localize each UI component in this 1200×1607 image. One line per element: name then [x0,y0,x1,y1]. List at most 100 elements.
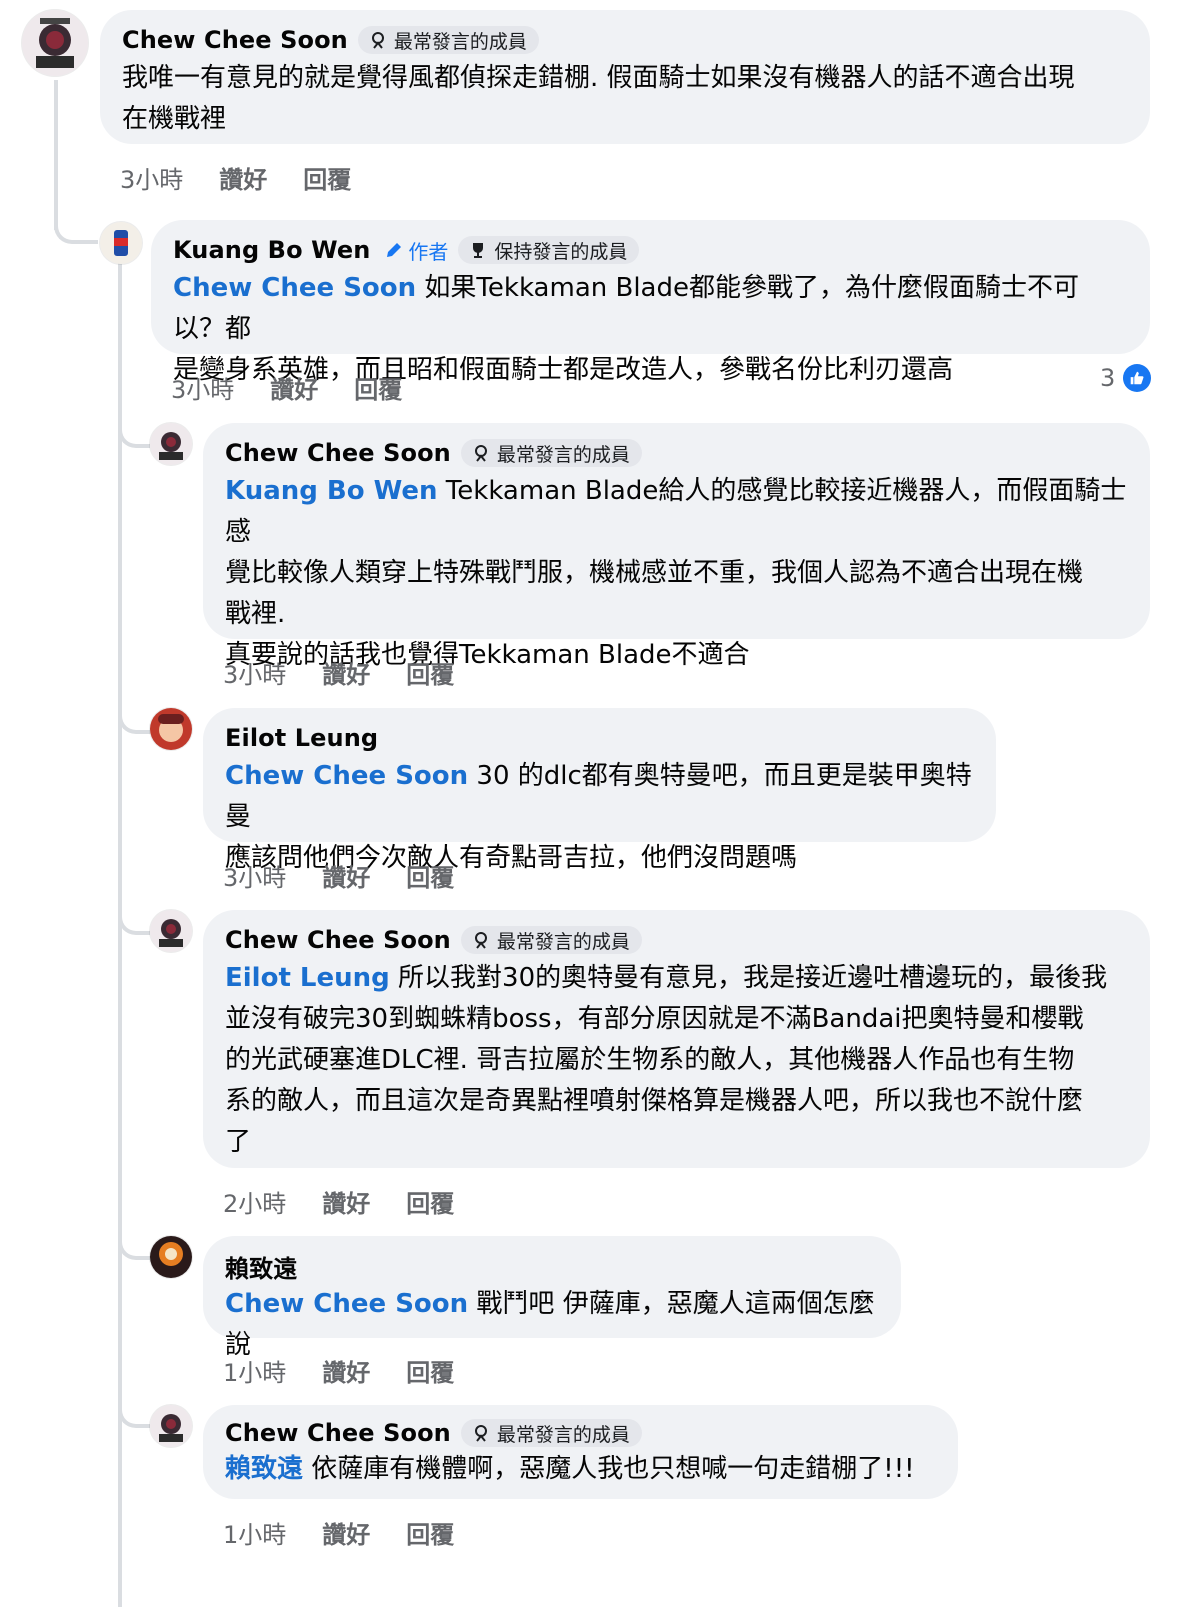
timestamp[interactable]: 3小時 [223,858,286,893]
mention-link[interactable]: Chew Chee Soon [225,1289,468,1319]
reply-button[interactable]: 回覆 [303,160,351,195]
avatar-chew-icon [150,1405,192,1447]
comment-text-fragment: 依薩庫有機體啊，惡魔人我也只想喊一句走錯棚了!!! [303,1454,915,1484]
comment-text-line: 我唯一有意見的就是覺得風都偵探走錯棚. 假面騎士如果沒有機器人的話不適合出現 [122,63,1075,93]
mention-link[interactable]: Chew Chee Soon [173,273,416,303]
author-name[interactable]: 賴致遠 [225,1249,297,1284]
avatar-lai-icon [150,1236,192,1278]
author-name[interactable]: Chew Chee Soon [225,439,451,467]
like-button[interactable]: 讚好 [322,1515,370,1550]
reply-button[interactable]: 回覆 [406,1353,454,1388]
comment-text-line: 覺比較像人類穿上特殊戰鬥服，機械感並不重，我個人認為不適合出現在機 [225,558,1084,588]
comment-actions: 3小時 讚好 回覆 [223,858,490,893]
comment-bubble: Chew Chee Soon 最常發言的成員 我唯一有意見的就是覺得風都偵探走錯… [100,10,1150,144]
reply-button[interactable]: 回覆 [406,1184,454,1219]
comment-actions: 3小時 讚好 回覆 [223,655,490,690]
thread-curve-reply-2 [118,696,150,734]
avatar-chew-icon [150,910,192,952]
like-button[interactable]: 讚好 [322,655,370,690]
comment-actions: 3小時 讚好 回覆 [120,160,387,195]
like-button[interactable]: 讚好 [322,1184,370,1219]
member-badge-icon [371,32,384,49]
comment-actions: 1小時 讚好 回覆 [223,1353,490,1388]
comment-text-fragment: 所以我對30的奧特曼有意見，我是接近邊吐槽邊玩的，最後我 [389,963,1108,993]
member-badge: 最常發言的成員 [460,439,642,467]
comment-text: 賴致遠 依薩庫有機體啊，惡魔人我也只想喊一句走錯棚了!!! [225,1449,936,1490]
badge-label: 最常發言的成員 [496,443,630,466]
thread-curve-reply-1 [118,410,150,448]
member-badge: 最常發言的成員 [357,26,539,54]
thumbs-up-icon [1123,364,1152,392]
comment-bubble: 賴致遠 Chew Chee Soon 戰鬥吧 伊薩庫，惡魔人這兩個怎麼說 [203,1236,901,1360]
avatar[interactable] [150,423,192,465]
comment-bubble: Chew Chee Soon 最常發言的成員 賴致遠 依薩庫有機體啊，惡魔人我也… [203,1405,958,1499]
avatar[interactable] [150,910,192,952]
avatar-eilot-icon [150,708,192,750]
timestamp[interactable]: 3小時 [223,655,286,690]
avatar[interactable] [100,222,142,264]
author-name[interactable]: Chew Chee Soon [122,26,348,54]
like-button[interactable]: 讚好 [219,160,267,195]
author-name[interactable]: Eilot Leung [225,724,378,752]
timestamp[interactable]: 1小時 [223,1353,286,1388]
comment-text-line: Eilot Leung 所以我對30的奧特曼有意見，我是接近邊吐槽邊玩的，最後我 [225,958,1128,999]
reaction-summary[interactable]: 3 [1100,364,1152,392]
like-button[interactable]: 讚好 [322,1353,370,1388]
mention-link[interactable]: Eilot Leung [225,963,390,993]
badge-label: 最常發言的成員 [393,30,527,53]
member-badge: 最常發言的成員 [460,926,642,954]
reaction-count: 3 [1100,364,1116,392]
author-name[interactable]: Chew Chee Soon [225,1419,451,1447]
comment-text-line: 戰裡. [225,599,286,629]
badge-label: 保持發言的成員 [494,240,628,263]
avatar-chew-icon [150,423,192,465]
trophy-icon [473,243,484,258]
reply-button[interactable]: 回覆 [406,858,454,893]
comment-text: 我唯一有意見的就是覺得風都偵探走錯棚. 假面騎士如果沒有機器人的話不適合出現 在… [122,58,1128,140]
mention-link[interactable]: 賴致遠 [225,1454,303,1484]
comment-text-line: Kuang Bo Wen Tekkaman Blade給人的感覺比較接近機器人，… [225,471,1128,553]
comment-text-line: 系的敵人，而且這次是奇異點裡噴射傑格算是機器人吧，所以我也不說什麼 [225,1086,1084,1116]
comment-text-line: 在機戰裡 [122,104,227,134]
timestamp[interactable]: 2小時 [223,1184,286,1219]
avatar[interactable] [150,708,192,750]
badge-label: 最常發言的成員 [496,930,630,953]
comment-bubble: Chew Chee Soon 最常發言的成員 Kuang Bo Wen Tekk… [203,423,1150,670]
author-name[interactable]: Kuang Bo Wen [173,236,370,264]
reply-button[interactable]: 回覆 [406,1515,454,1550]
comment-text-line: 賴致遠 依薩庫有機體啊，惡魔人我也只想喊一句走錯棚了!!! [225,1449,936,1490]
avatar[interactable] [22,10,88,76]
thread-curve-reply-3 [118,897,150,935]
comment-text-line: Chew Chee Soon 30 的dlc都有奥特曼吧，而且更是裝甲奥特曼 [225,756,974,838]
avatar-chew-icon [22,10,88,76]
reply-button[interactable]: 回覆 [406,655,454,690]
avatar[interactable] [150,1236,192,1278]
thread-curve-reply-4 [118,1222,150,1260]
mention-link[interactable]: Chew Chee Soon [225,761,468,791]
member-badge: 最常發言的成員 [460,1419,642,1447]
timestamp[interactable]: 3小時 [120,160,183,195]
mention-link[interactable]: Kuang Bo Wen [225,476,438,506]
reply-button[interactable]: 回覆 [354,370,402,405]
member-badge: 保持發言的成員 [458,236,640,264]
badge-label: 最常發言的成員 [496,1423,630,1446]
comment-bubble: Kuang Bo Wen 作者 保持發言的成員 Chew Chee Soon 如… [151,220,1150,385]
author-name[interactable]: Chew Chee Soon [225,926,451,954]
comment-text-line: 了 [225,1127,252,1157]
like-button[interactable]: 讚好 [270,370,318,405]
comment-text-line: 並沒有破完30到蜘蛛精boss，有部分原因就是不滿Bandai把奧特曼和櫻戰 [225,1004,1084,1034]
timestamp[interactable]: 1小時 [223,1515,286,1550]
like-button[interactable]: 讚好 [322,858,370,893]
comment-bubble: Chew Chee Soon 最常發言的成員 Eilot Leung 所以我對3… [203,910,1150,1168]
pencil-icon [387,243,402,257]
comment-actions: 1小時 讚好 回覆 [223,1515,490,1550]
author-tag-label: 作者 [408,239,449,264]
timestamp[interactable]: 3小時 [171,370,234,405]
comment-actions: 3小時 讚好 回覆 [171,370,438,405]
comment-text-line: 的光武硬塞進DLC裡. 哥吉拉屬於生物系的敵人，其他機器人作品也有生物 [225,1045,1075,1075]
avatar-kuang-icon [100,222,142,264]
avatar[interactable] [150,1405,192,1447]
author-tag: 作者 [384,236,448,265]
thread-curve-reply-5 [118,1390,150,1428]
comment-text-line: Chew Chee Soon 如果Tekkaman Blade都能參戰了，為什麼… [173,268,1128,350]
